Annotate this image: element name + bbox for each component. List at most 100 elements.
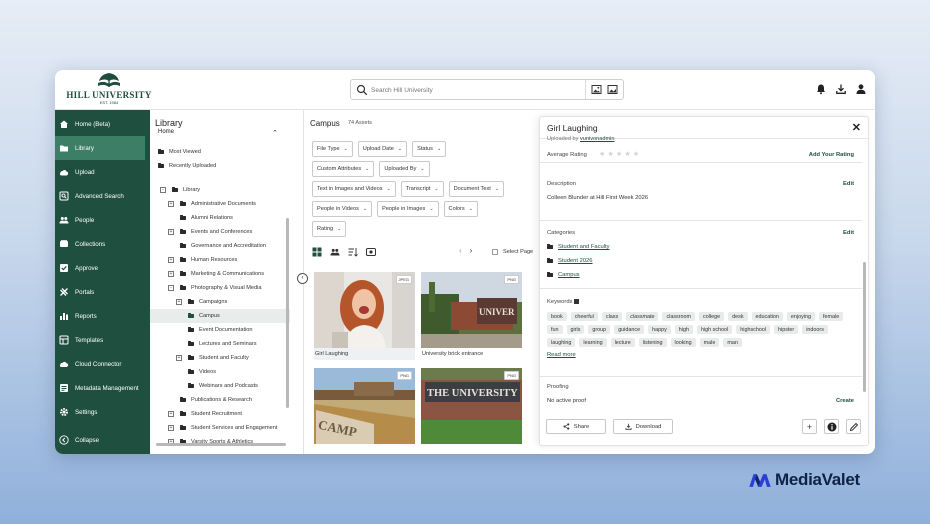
expand-icon[interactable]: + <box>176 299 182 305</box>
search-input[interactable] <box>371 83 571 97</box>
tree-item[interactable]: + Student Services and Engagement <box>150 421 290 435</box>
bell-icon[interactable] <box>815 82 827 95</box>
collapse-icon[interactable]: - <box>168 285 174 291</box>
tree-scrollbar[interactable] <box>286 218 289 408</box>
keyword-tag[interactable]: looking <box>670 338 696 347</box>
chevron-up-icon[interactable]: ⌃ <box>272 129 278 137</box>
keyword-tag[interactable]: classroom <box>662 312 696 321</box>
tree-item[interactable]: Webinars and Podcasts <box>150 379 290 393</box>
tree-item[interactable]: + Student Recruitment <box>150 407 290 421</box>
nav-item-reports[interactable]: Reports <box>55 304 150 328</box>
asset-card-university-brick-entrance[interactable]: UNIVER PNG University brick entrance <box>421 272 522 360</box>
filter-dropdown[interactable]: Colors ⌄ <box>443 201 478 217</box>
keyword-tag[interactable]: lecture <box>610 338 635 347</box>
add-button[interactable]: + <box>802 419 817 434</box>
keyword-tag[interactable]: female <box>819 312 844 321</box>
collapse-tree-button[interactable]: ‹ <box>297 273 308 284</box>
category-link[interactable]: Student and Faculty <box>547 243 610 250</box>
tree-item[interactable]: - Photography & Visual Media <box>150 281 290 295</box>
tree-item[interactable]: + Campaigns <box>150 295 290 309</box>
uploader-link[interactable]: vunivonadmin <box>580 136 615 142</box>
tree-item[interactable]: + Events and Conferences <box>150 225 290 239</box>
nav-item-people[interactable]: People <box>55 208 150 232</box>
tree-item[interactable]: Event Documentation <box>150 323 290 337</box>
keyword-tag[interactable]: male <box>699 338 720 347</box>
keyword-tag[interactable]: education <box>751 312 783 321</box>
search-bar[interactable] <box>350 79 624 100</box>
tree-item[interactable]: + Student and Faculty <box>150 351 290 365</box>
filter-dropdown[interactable]: Custom Attributes ⌄ <box>312 161 375 177</box>
nav-item-home[interactable]: Home (Beta) <box>55 112 150 136</box>
grid-view-icon[interactable] <box>312 247 322 257</box>
keyword-tag[interactable]: high school <box>696 325 733 334</box>
filter-dropdown[interactable]: Uploaded By ⌄ <box>379 161 430 177</box>
expand-icon[interactable]: + <box>168 411 174 417</box>
chevron-left-icon[interactable]: ‹ <box>459 246 462 255</box>
chevron-right-icon[interactable]: › <box>470 246 473 255</box>
filter-dropdown[interactable]: Document Text ⌄ <box>448 181 505 197</box>
keyword-tag[interactable]: girls <box>566 325 585 334</box>
tree-item[interactable]: Alumni Relations <box>150 211 290 225</box>
nav-item-upload[interactable]: Upload <box>55 160 150 184</box>
info-button[interactable] <box>824 419 839 434</box>
sort-icon[interactable] <box>348 247 358 257</box>
keyword-tag[interactable]: highschool <box>736 325 771 334</box>
category-link[interactable]: Campus <box>547 271 580 278</box>
details-scrollbar[interactable] <box>863 262 866 392</box>
asset-card-the-university-sign[interactable]: THE UNIVERSITY PNG <box>421 368 522 444</box>
expand-icon[interactable]: + <box>168 425 174 431</box>
read-more-link[interactable]: Read more <box>547 352 576 358</box>
keyword-tag[interactable]: book <box>547 312 567 321</box>
filter-dropdown[interactable]: Rating ⌄ <box>312 221 347 237</box>
asset-card-campus-sign[interactable]: CAMP PNG <box>314 368 415 444</box>
visual-search-icon[interactable] <box>607 84 618 95</box>
preview-icon[interactable] <box>366 247 376 257</box>
create-proof-button[interactable]: Create <box>836 398 854 404</box>
library-breadcrumb[interactable]: Home <box>158 129 174 135</box>
tree-item[interactable]: Governance and Accreditation <box>150 239 290 253</box>
filter-dropdown[interactable]: Status ⌄ <box>412 141 447 157</box>
copy-icon[interactable] <box>574 299 580 304</box>
filter-dropdown[interactable]: People in Videos ⌄ <box>312 201 373 217</box>
university-logo[interactable]: HILL UNIVERSITY EST. 1984 <box>65 72 153 108</box>
keyword-tag[interactable]: cheerful <box>570 312 598 321</box>
keyword-tag[interactable]: hipster <box>774 325 799 334</box>
category-link[interactable]: Student 2026 <box>547 257 593 264</box>
expand-icon[interactable]: + <box>168 271 174 277</box>
edit-button[interactable] <box>846 419 861 434</box>
download-icon[interactable] <box>835 82 847 94</box>
keyword-tag[interactable]: college <box>699 312 725 321</box>
tree-item[interactable]: + Varsity Sports & Athletics <box>150 435 290 449</box>
keyword-tag[interactable]: desk <box>728 312 748 321</box>
tree-item[interactable]: + Marketing & Communications <box>150 267 290 281</box>
tree-horizontal-scrollbar[interactable] <box>156 443 286 446</box>
tree-item[interactable]: Videos <box>150 365 290 379</box>
nav-item-approve[interactable]: Approve <box>55 256 150 280</box>
nav-item-advanced-search[interactable]: Advanced Search <box>55 184 150 208</box>
keyword-tag[interactable]: high <box>674 325 693 334</box>
keyword-tag[interactable]: learning <box>579 338 607 347</box>
keyword-tag[interactable]: enjoying <box>786 312 816 321</box>
checkbox[interactable] <box>492 249 498 255</box>
user-avatar-icon[interactable] <box>855 82 867 94</box>
share-button[interactable]: Share <box>546 419 606 434</box>
expand-icon[interactable]: + <box>168 257 174 263</box>
nav-item-templates[interactable]: Templates <box>55 328 150 352</box>
categories-edit-button[interactable]: Edit <box>843 230 854 236</box>
tree-item[interactable]: - Library <box>150 183 290 197</box>
select-page-checkbox[interactable]: Select Page <box>492 249 533 255</box>
filter-dropdown[interactable]: File Type ⌄ <box>312 141 353 157</box>
nav-item-portals[interactable]: Portals <box>55 280 150 304</box>
nav-item-metadata-management[interactable]: Metadata Management <box>55 376 150 400</box>
filter-dropdown[interactable]: Text in Images and Videos ⌄ <box>312 181 396 197</box>
filter-dropdown[interactable]: Upload Date ⌄ <box>357 141 408 157</box>
expand-icon[interactable]: + <box>168 201 174 207</box>
tree-item[interactable]: Publications & Research <box>150 393 290 407</box>
expand-icon[interactable]: + <box>168 229 174 235</box>
keyword-tag[interactable]: guidance <box>614 325 645 334</box>
filter-dropdown[interactable]: Transcript ⌄ <box>400 181 444 197</box>
keyword-tag[interactable]: man <box>723 338 742 347</box>
nav-item-library[interactable]: Library <box>55 136 145 160</box>
tree-item[interactable]: Campus <box>150 309 290 323</box>
collapse-button[interactable]: Collapse <box>55 431 150 449</box>
